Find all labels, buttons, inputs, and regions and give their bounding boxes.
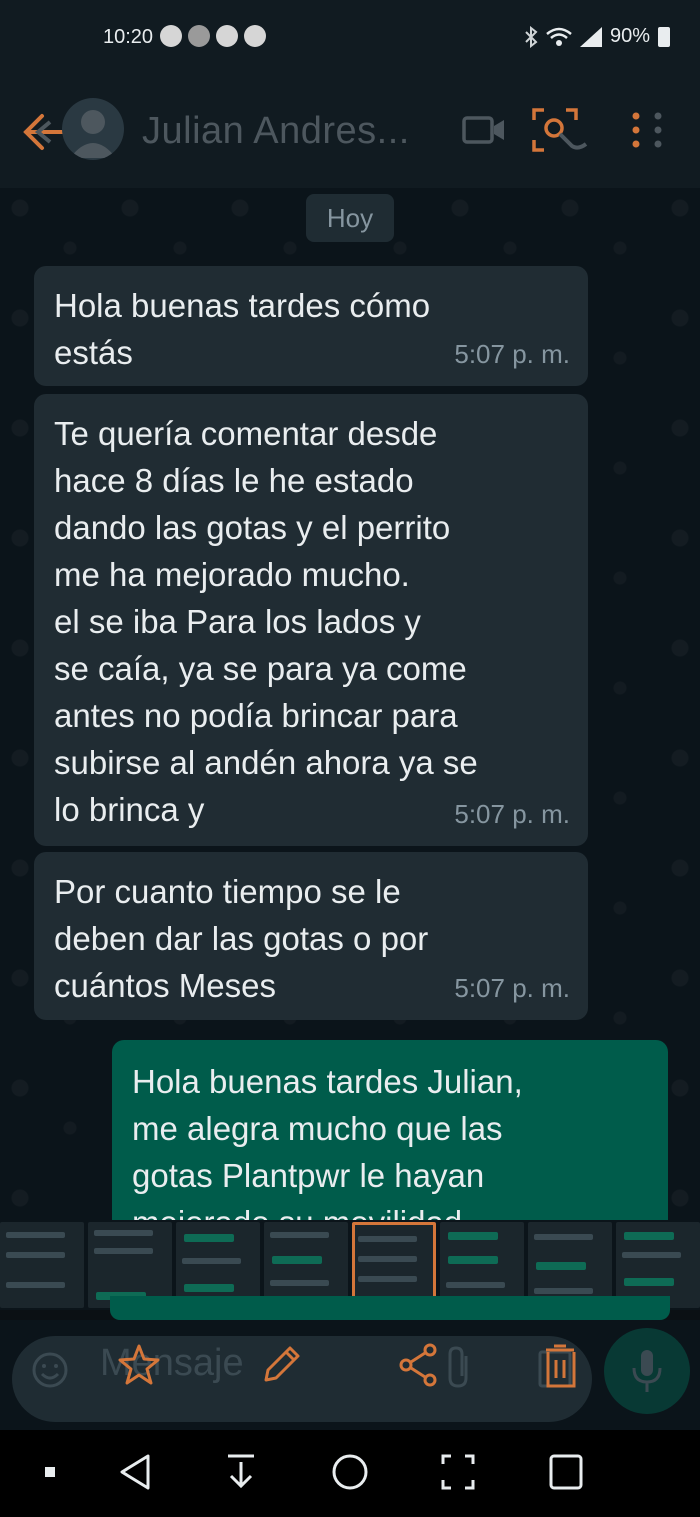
- message-text: Hola buenas tardes Julian, me alegra muc…: [132, 1063, 523, 1220]
- signal-icon: [579, 26, 602, 47]
- message-incoming[interactable]: Hola buenas tardes cómo estás 5:07 p. m.: [34, 266, 588, 386]
- notification-icon: [244, 25, 266, 47]
- share-icon[interactable]: [398, 1342, 440, 1388]
- outgoing-bubble-tail: [110, 1296, 670, 1320]
- date-divider: Hoy: [306, 194, 394, 242]
- star-icon[interactable]: [116, 1342, 162, 1388]
- message-time: 5:07 p. m.: [454, 973, 570, 1003]
- screenshot-record-icon[interactable]: [530, 106, 592, 154]
- status-right: 90%: [524, 25, 670, 48]
- mic-icon[interactable]: [630, 1348, 664, 1394]
- chat-header: Julian Andres...: [0, 80, 700, 188]
- status-bar: 10:20 90%: [0, 0, 700, 80]
- chat-area[interactable]: Hoy Hola buenas tardes cómo estás 5:07 p…: [0, 188, 700, 1220]
- battery-percent: 90%: [609, 25, 650, 47]
- contact-name[interactable]: Julian Andres...: [142, 110, 410, 153]
- status-time: 10:20: [103, 26, 154, 48]
- video-call-icon[interactable]: [462, 112, 506, 148]
- more-options-icon[interactable]: [628, 108, 668, 152]
- nav-home-icon[interactable]: [330, 1452, 370, 1492]
- bluetooth-icon: [525, 25, 538, 48]
- default-avatar-icon: [70, 110, 116, 158]
- notification-icons: [160, 25, 266, 47]
- attach-icon[interactable]: [446, 1346, 474, 1390]
- nav-recents-icon[interactable]: [548, 1452, 584, 1492]
- emoji-icon[interactable]: [30, 1350, 70, 1390]
- nav-download-icon[interactable]: [224, 1452, 258, 1492]
- avatar[interactable]: [62, 98, 124, 160]
- composer-bar: Mensaje: [0, 1320, 700, 1430]
- battery-icon: [658, 26, 670, 47]
- delete-icon[interactable]: [538, 1342, 578, 1390]
- notification-icon: [188, 25, 210, 47]
- notification-icon: [216, 25, 238, 47]
- message-time: 5:07 p. m.: [454, 799, 570, 829]
- edit-pen-icon[interactable]: [258, 1342, 304, 1388]
- message-outgoing[interactable]: Hola buenas tardes Julian, me alegra muc…: [112, 1040, 668, 1220]
- message-incoming[interactable]: Te quería comentar desde hace 8 días le …: [34, 394, 588, 846]
- nav-back-icon[interactable]: [118, 1452, 152, 1492]
- message-incoming[interactable]: Por cuanto tiempo se le deben dar las go…: [34, 852, 588, 1020]
- message-time: 5:07 p. m.: [454, 339, 570, 369]
- message-text: Te quería comentar desde hace 8 días le …: [54, 415, 478, 828]
- capture-thumbnail[interactable]: [0, 1222, 84, 1308]
- notification-icon: [160, 25, 182, 47]
- navigation-bar: [0, 1430, 700, 1517]
- wifi-icon: [546, 27, 572, 46]
- nav-dot-icon[interactable]: [44, 1452, 58, 1492]
- nav-fullscreen-icon[interactable]: [440, 1452, 476, 1492]
